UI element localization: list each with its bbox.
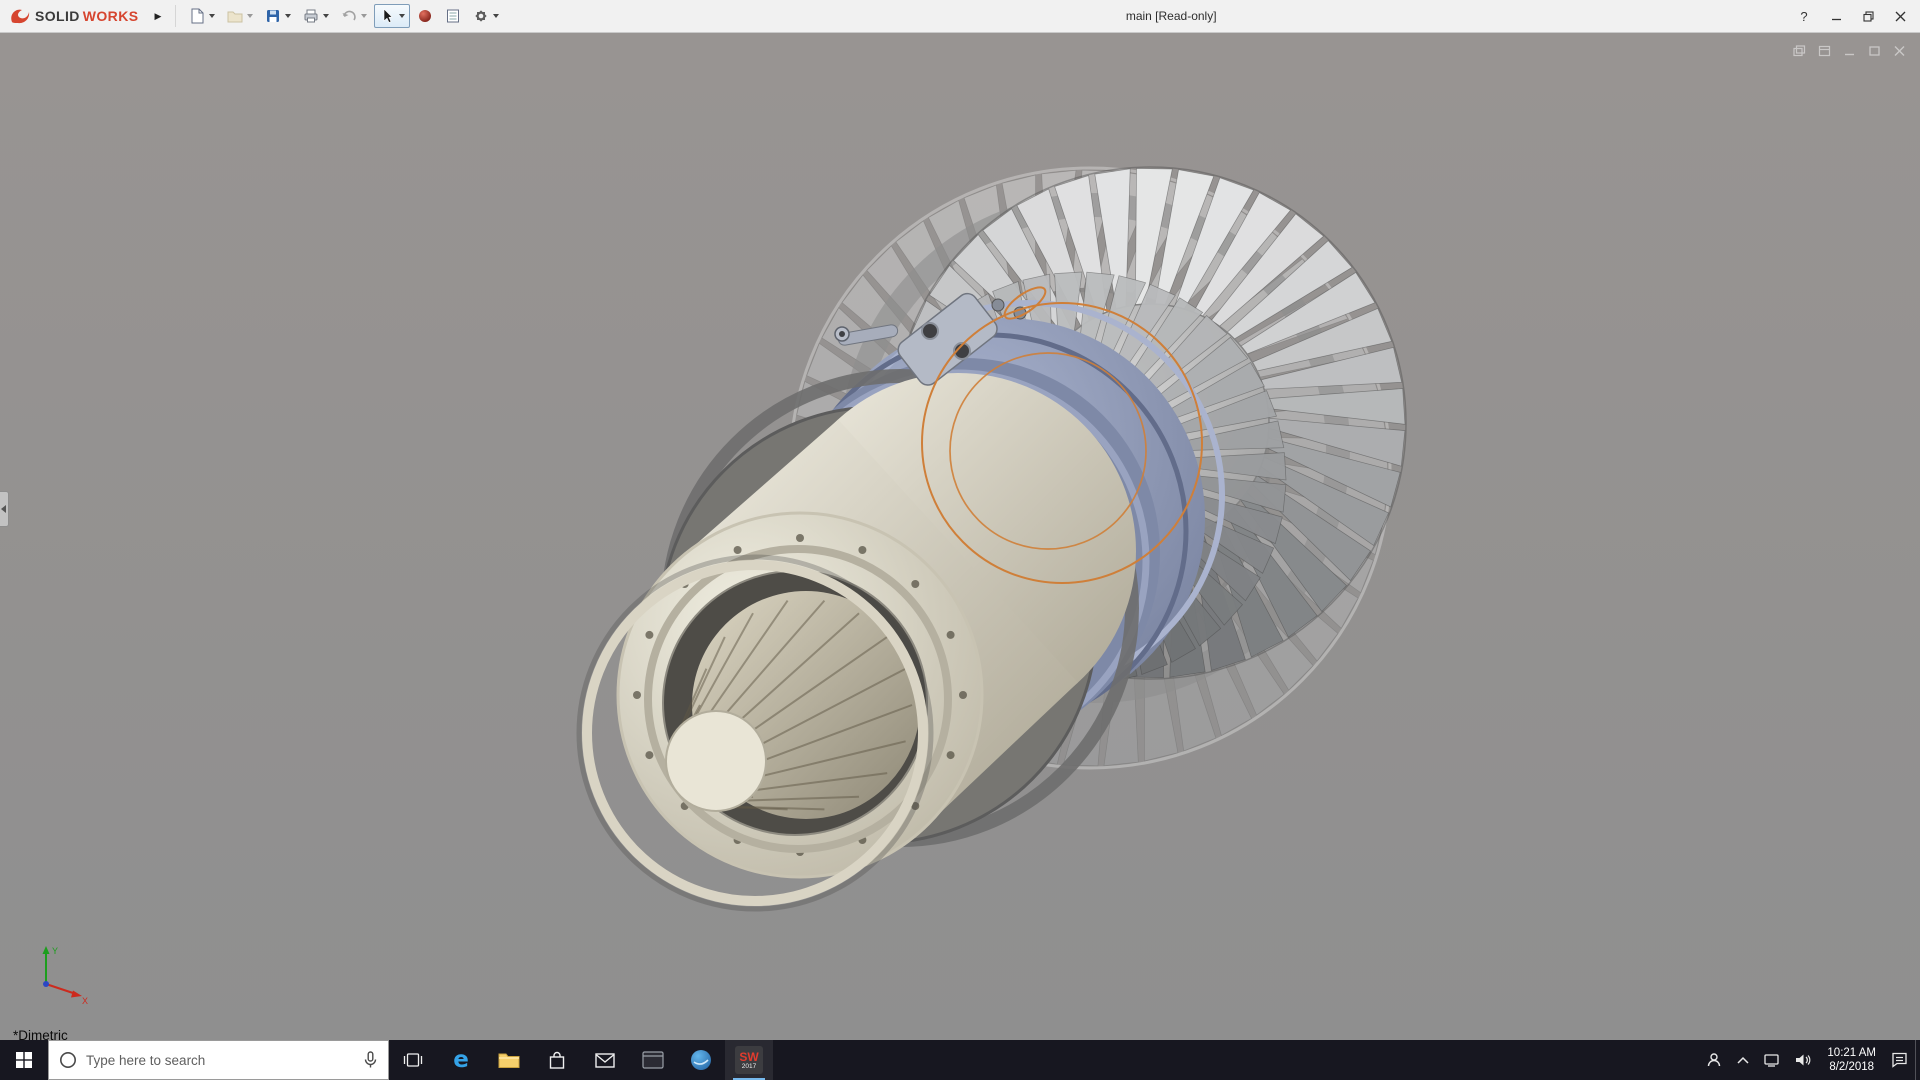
search-input[interactable] bbox=[86, 1053, 354, 1068]
solidworks-2017-icon: SW 2017 bbox=[735, 1046, 763, 1074]
start-button[interactable] bbox=[0, 1040, 48, 1080]
edge-icon: e bbox=[448, 1047, 474, 1073]
doc-restore-icon[interactable] bbox=[1868, 45, 1881, 57]
system-tray: 10:21 AM 8/2/2018 bbox=[1699, 1040, 1920, 1080]
doc-minimize-icon[interactable] bbox=[1843, 45, 1856, 57]
blue-sphere-icon bbox=[689, 1048, 713, 1072]
dropdown-caret[interactable] bbox=[493, 14, 499, 18]
taskbar-clock[interactable]: 10:21 AM 8/2/2018 bbox=[1819, 1040, 1884, 1080]
document-window-controls bbox=[1793, 45, 1906, 57]
triad-x-label: X bbox=[82, 996, 88, 1006]
graphics-viewport[interactable]: Y X *Dimetric bbox=[0, 33, 1920, 1040]
brand-works-text: WORKS bbox=[83, 8, 139, 24]
dropdown-caret[interactable] bbox=[361, 14, 367, 18]
save-button[interactable] bbox=[260, 4, 296, 28]
edrawings-app-button[interactable] bbox=[677, 1040, 725, 1080]
show-desktop-button[interactable] bbox=[1915, 1040, 1920, 1080]
edge-app-button[interactable]: e bbox=[437, 1040, 485, 1080]
dropdown-caret[interactable] bbox=[209, 14, 215, 18]
toolbar-expand-button[interactable]: ▶ bbox=[148, 7, 167, 26]
network-icon bbox=[1764, 1053, 1781, 1067]
print-icon bbox=[303, 8, 319, 24]
appearance-sphere-icon bbox=[417, 8, 433, 24]
mail-app-button[interactable] bbox=[581, 1040, 629, 1080]
network-tray-button[interactable] bbox=[1757, 1040, 1788, 1080]
select-tool-button[interactable] bbox=[374, 4, 410, 28]
cortana-icon bbox=[59, 1051, 77, 1069]
open-button[interactable] bbox=[222, 4, 258, 28]
dropdown-caret[interactable] bbox=[247, 14, 253, 18]
print-button[interactable] bbox=[298, 4, 334, 28]
restore-button[interactable] bbox=[1852, 4, 1884, 30]
open-folder-icon bbox=[227, 8, 243, 24]
task-view-button[interactable] bbox=[389, 1040, 437, 1080]
file-explorer-icon bbox=[498, 1051, 520, 1069]
speaker-icon bbox=[1795, 1053, 1812, 1067]
taskbar: e bbox=[0, 1040, 1920, 1080]
settings-gear-icon bbox=[473, 8, 489, 24]
undo-icon bbox=[341, 8, 357, 24]
undo-button[interactable] bbox=[336, 4, 372, 28]
doc-pane2-icon[interactable] bbox=[1818, 45, 1831, 57]
options-button[interactable] bbox=[468, 4, 504, 28]
close-icon bbox=[1895, 11, 1906, 22]
engine-model[interactable] bbox=[0, 33, 1920, 1040]
file-explorer-button[interactable] bbox=[485, 1040, 533, 1080]
minimize-button[interactable] bbox=[1820, 4, 1852, 30]
taskbar-search[interactable] bbox=[48, 1040, 389, 1080]
ds-logo-icon bbox=[8, 6, 32, 26]
action-center-button[interactable] bbox=[1884, 1040, 1915, 1080]
options-sheet-icon bbox=[445, 8, 461, 24]
action-center-icon bbox=[1891, 1052, 1908, 1068]
solidworks-app-button[interactable]: SW 2017 bbox=[725, 1040, 773, 1080]
featuremanager-collapsed-tab[interactable] bbox=[0, 491, 9, 527]
view-orientation-label: *Dimetric bbox=[13, 1028, 68, 1040]
tray-overflow-button[interactable] bbox=[1729, 1040, 1757, 1080]
toolbar-separator bbox=[175, 5, 176, 27]
triad-y-label: Y bbox=[52, 946, 58, 956]
titlebar: SOLIDWORKS ▶ bbox=[0, 0, 1920, 33]
people-icon bbox=[1706, 1052, 1722, 1068]
save-icon bbox=[265, 8, 281, 24]
dropdown-caret[interactable] bbox=[285, 14, 291, 18]
dropdown-caret[interactable] bbox=[323, 14, 329, 18]
windows-logo-icon bbox=[16, 1052, 32, 1068]
volume-tray-button[interactable] bbox=[1788, 1040, 1819, 1080]
clock-date: 8/2/2018 bbox=[1827, 1060, 1876, 1074]
solidworks-logo: SOLIDWORKS bbox=[0, 6, 148, 26]
people-tray-button[interactable] bbox=[1699, 1040, 1729, 1080]
minimize-icon bbox=[1831, 11, 1842, 22]
orientation-triad: Y X bbox=[24, 938, 94, 1008]
close-button[interactable] bbox=[1884, 4, 1916, 30]
standard-toolbar bbox=[184, 4, 504, 28]
help-button[interactable]: ? bbox=[1788, 4, 1820, 30]
console-window-icon bbox=[642, 1051, 664, 1069]
chevron-up-icon bbox=[1736, 1055, 1750, 1065]
svg-text:e: e bbox=[453, 1047, 469, 1073]
doc-close-icon[interactable] bbox=[1893, 45, 1906, 57]
engine-exhaust-cone[interactable] bbox=[663, 571, 927, 835]
select-cursor-icon bbox=[379, 8, 395, 24]
microphone-icon[interactable] bbox=[363, 1051, 378, 1069]
new-document-button[interactable] bbox=[184, 4, 220, 28]
document-title: main [Read-only] bbox=[1126, 9, 1217, 23]
dropdown-caret[interactable] bbox=[399, 14, 405, 18]
doc-pane-icon[interactable] bbox=[1793, 45, 1806, 57]
triad-z-axis bbox=[43, 981, 49, 987]
clock-time: 10:21 AM bbox=[1827, 1046, 1876, 1060]
task-view-icon bbox=[404, 1052, 422, 1068]
store-bag-icon bbox=[548, 1051, 566, 1070]
store-app-button[interactable] bbox=[533, 1040, 581, 1080]
brand-solid-text: SOLID bbox=[35, 8, 80, 24]
console-app-button[interactable] bbox=[629, 1040, 677, 1080]
sheet-button[interactable] bbox=[440, 4, 466, 28]
mail-envelope-icon bbox=[595, 1053, 615, 1068]
window-controls: ? bbox=[1788, 0, 1916, 33]
restore-icon bbox=[1863, 11, 1874, 22]
new-document-icon bbox=[189, 8, 205, 24]
appearance-button[interactable] bbox=[412, 4, 438, 28]
